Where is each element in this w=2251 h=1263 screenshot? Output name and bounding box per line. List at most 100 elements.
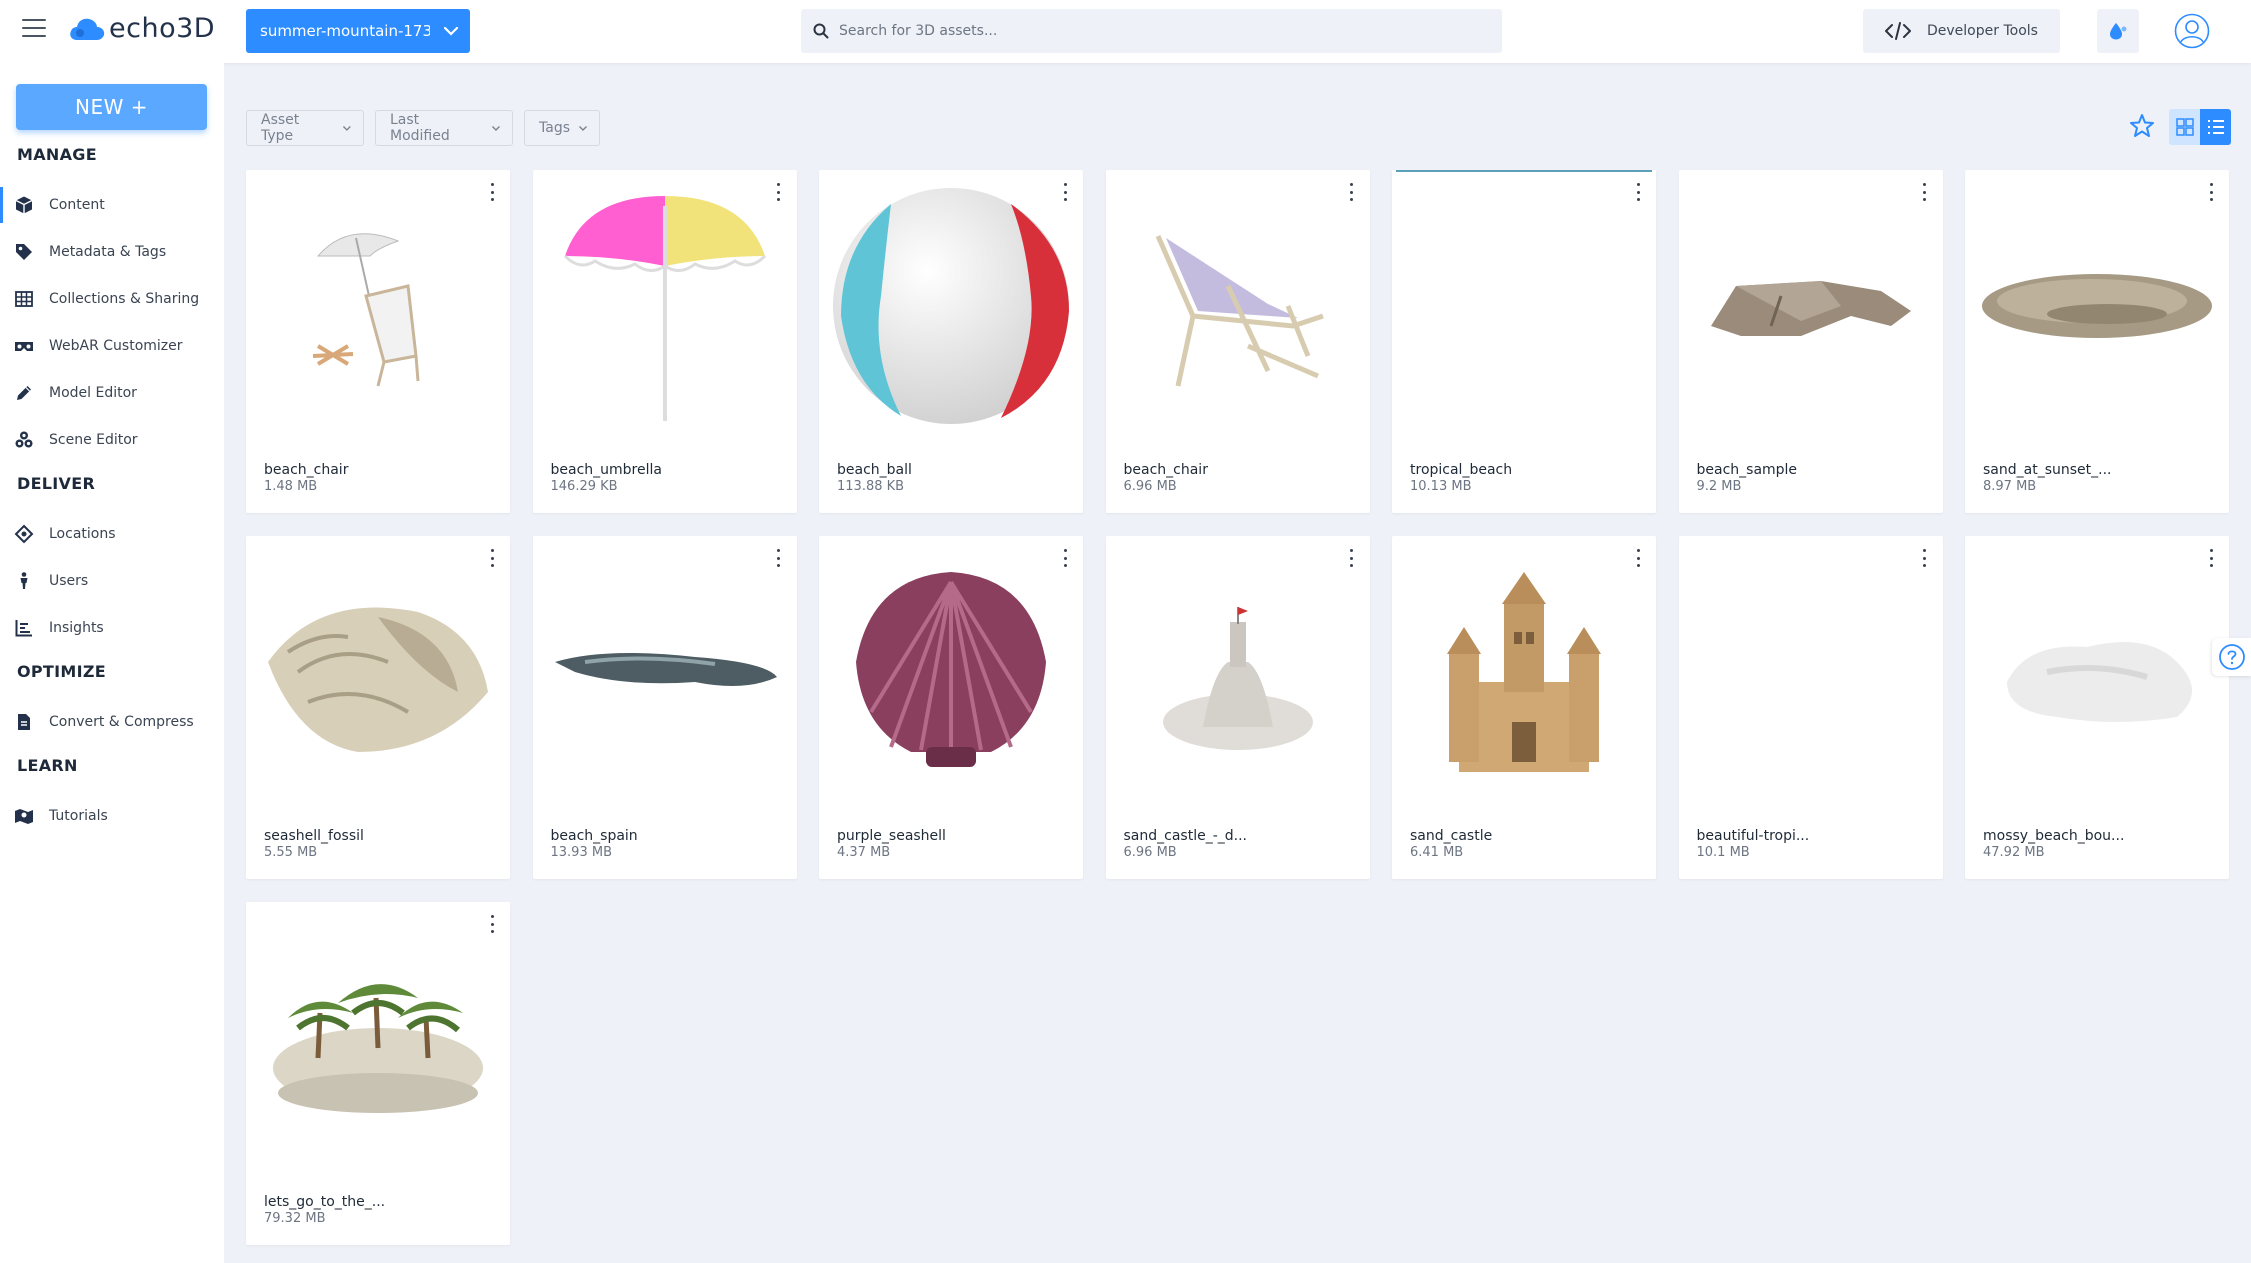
sidebar-item-collections-sharing[interactable]: Collections & Sharing <box>0 281 224 317</box>
sidebar-item-label: Tutorials <box>49 808 108 824</box>
asset-name: tropical_beach <box>1410 462 1513 478</box>
asset-card[interactable]: beach_chair 6.96 MB <box>1105 170 1370 513</box>
grid-view-button[interactable] <box>2169 109 2200 145</box>
filter-last-modified[interactable]: Last Modified <box>375 110 513 146</box>
sidebar-item-tutorials[interactable]: Tutorials <box>0 798 224 834</box>
asset-thumbnail[interactable] <box>252 542 504 802</box>
asset-size: 10.1 MB <box>1696 845 1750 860</box>
sidebar-item-model-editor[interactable]: Model Editor <box>0 375 224 411</box>
asset-card[interactable]: sand_castle_-_d... 6.96 MB <box>1105 536 1370 879</box>
user-avatar-icon[interactable] <box>2174 13 2210 49</box>
asset-thumbnail[interactable] <box>1112 176 1364 436</box>
more-options-icon[interactable] <box>2205 549 2217 567</box>
asset-name: mossy_beach_bou... <box>1983 828 2125 844</box>
asset-thumbnail[interactable] <box>1685 176 1937 436</box>
asset-thumbnail[interactable] <box>252 908 504 1168</box>
asset-thumbnail[interactable] <box>1398 542 1650 802</box>
project-name: summer-mountain-1732 <box>260 22 430 40</box>
asset-thumbnail[interactable] <box>1685 542 1937 802</box>
asset-name: seashell_fossil <box>264 828 364 844</box>
sidebar-item-metadata-tags[interactable]: Metadata & Tags <box>0 234 224 270</box>
sidebar-item-convert-compress[interactable]: Convert & Compress <box>0 704 224 740</box>
asset-thumbnail[interactable] <box>252 176 504 436</box>
more-options-icon[interactable] <box>1919 549 1931 567</box>
asset-size: 47.92 MB <box>1983 845 2045 860</box>
asset-card[interactable]: seashell_fossil 5.55 MB <box>246 536 510 879</box>
asset-name: sand_at_sunset_... <box>1983 462 2112 478</box>
storage-drop-button[interactable] <box>2097 9 2139 53</box>
asset-thumbnail[interactable] <box>1971 176 2223 436</box>
sidebar-item-content[interactable]: Content <box>0 187 224 223</box>
more-options-icon[interactable] <box>486 549 498 567</box>
asset-card[interactable]: sand_at_sunset_... 8.97 MB <box>1965 170 2229 513</box>
asset-card[interactable]: beach_spain 13.93 MB <box>532 536 797 879</box>
asset-card[interactable]: purple_seashell 4.37 MB <box>819 536 1083 879</box>
filter-label: Asset Type <box>261 112 300 144</box>
more-options-icon[interactable] <box>2205 183 2217 201</box>
asset-thumbnail[interactable] <box>825 176 1077 436</box>
asset-card[interactable]: beach_umbrella 146.29 KB <box>532 170 797 513</box>
more-options-icon[interactable] <box>773 549 785 567</box>
filter-label: Tags <box>539 120 570 136</box>
asset-thumbnail[interactable] <box>825 542 1077 802</box>
filter-asset-type[interactable]: Asset Type <box>246 110 364 146</box>
sidebar-item-label: Model Editor <box>49 385 137 401</box>
asset-card[interactable]: beach_chair 1.48 MB <box>246 170 510 513</box>
asset-size: 10.13 MB <box>1410 479 1472 494</box>
more-options-icon[interactable] <box>1059 183 1071 201</box>
code-icon <box>1885 22 1911 40</box>
project-selector-button[interactable]: summer-mountain-1732 <box>246 9 470 53</box>
asset-card[interactable]: beach_ball 113.88 KB <box>819 170 1083 513</box>
more-options-icon[interactable] <box>1059 549 1071 567</box>
asset-card[interactable]: sand_castle 6.41 MB <box>1392 536 1656 879</box>
more-options-icon[interactable] <box>486 915 498 933</box>
asset-card[interactable]: beach_sample 9.2 MB <box>1678 170 1943 513</box>
sidebar-item-label: Users <box>49 573 89 589</box>
asset-size: 9.2 MB <box>1696 479 1742 494</box>
sidebar-item-webar-customizer[interactable]: WebAR Customizer <box>0 328 224 364</box>
sidebar-item-label: Collections & Sharing <box>49 291 200 307</box>
map-icon <box>13 806 35 826</box>
chevron-down-icon <box>343 126 352 131</box>
search-bar <box>801 9 1502 53</box>
sidebar-item-users[interactable]: Users <box>0 563 224 599</box>
more-options-icon[interactable] <box>1346 183 1358 201</box>
bar-chart-icon <box>13 618 35 638</box>
asset-card[interactable]: lets_go_to_the_... 79.32 MB <box>246 902 510 1245</box>
tag-icon <box>13 242 35 262</box>
sidebar-item-label: WebAR Customizer <box>49 338 183 354</box>
more-options-icon[interactable] <box>1919 183 1931 201</box>
developer-tools-button[interactable]: Developer Tools <box>1863 9 2060 53</box>
more-options-icon[interactable] <box>1346 549 1358 567</box>
loading-bar <box>1396 170 1652 172</box>
more-options-icon[interactable] <box>1632 549 1644 567</box>
asset-thumbnail[interactable] <box>1971 542 2223 802</box>
sidebar-item-scene-editor[interactable]: Scene Editor <box>0 422 224 458</box>
asset-thumbnail[interactable] <box>539 542 791 802</box>
echo3d-logo[interactable]: echo3D <box>68 13 215 44</box>
sidebar-item-label: Scene Editor <box>49 432 138 448</box>
asset-thumbnail[interactable] <box>1398 176 1650 436</box>
search-input[interactable] <box>839 23 1479 39</box>
asset-size: 8.97 MB <box>1983 479 2037 494</box>
list-view-button[interactable] <box>2200 109 2231 145</box>
sidebar-item-label: Convert & Compress <box>49 714 194 730</box>
asset-size: 4.37 MB <box>837 845 891 860</box>
more-options-icon[interactable] <box>773 183 785 201</box>
asset-thumbnail[interactable] <box>1112 542 1364 802</box>
new-asset-button[interactable]: NEW + <box>16 84 207 130</box>
asset-card[interactable]: mossy_beach_bou... 47.92 MB <box>1965 536 2229 879</box>
more-options-icon[interactable] <box>486 183 498 201</box>
asset-card[interactable]: tropical_beach 10.13 MB <box>1392 170 1656 513</box>
help-button[interactable] <box>2212 638 2251 676</box>
sidebar-item-insights[interactable]: Insights <box>0 610 224 646</box>
sidebar-item-locations[interactable]: Locations <box>0 516 224 552</box>
hamburger-menu-icon[interactable] <box>22 19 46 43</box>
favorites-star-icon[interactable] <box>2128 112 2156 140</box>
filter-tags[interactable]: Tags <box>524 110 600 146</box>
asset-name: lets_go_to_the_... <box>264 1194 386 1210</box>
asset-card[interactable]: beautiful-tropi... 10.1 MB <box>1678 536 1943 879</box>
more-options-icon[interactable] <box>1632 183 1644 201</box>
asset-name: purple_seashell <box>837 828 946 844</box>
asset-thumbnail[interactable] <box>539 176 791 436</box>
